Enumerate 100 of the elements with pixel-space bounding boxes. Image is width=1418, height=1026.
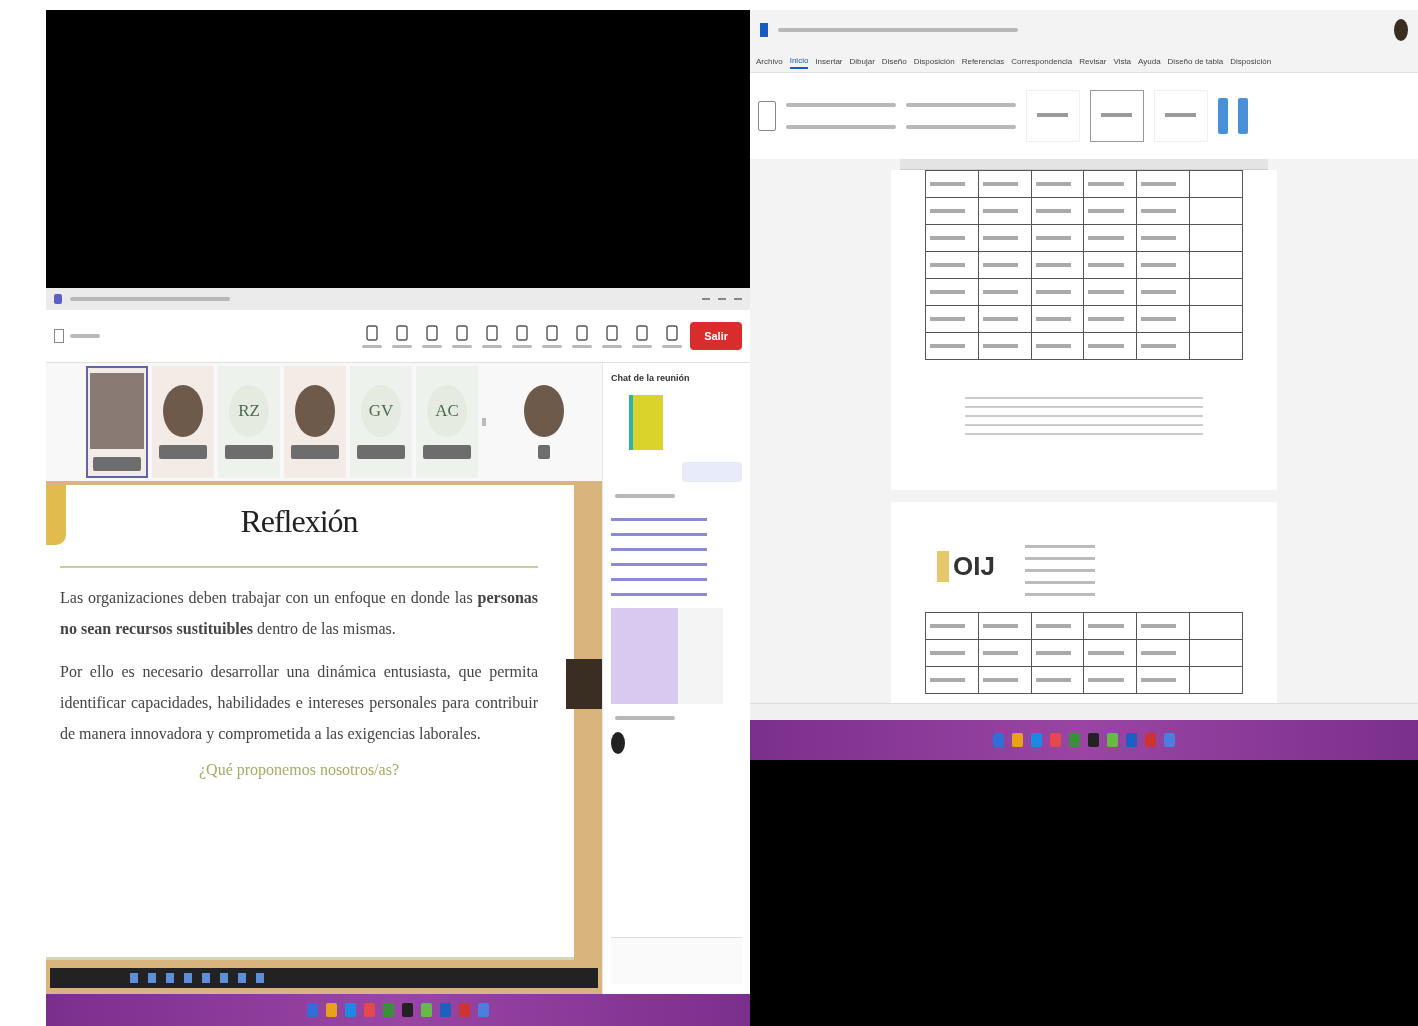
- taskbar-app-icon[interactable]: [1164, 733, 1175, 747]
- device-icon: [426, 324, 439, 341]
- ribbon-tab[interactable]: Diseño: [881, 54, 907, 68]
- participant-tile[interactable]: GV: [350, 366, 412, 478]
- blurred-text: [512, 344, 533, 348]
- leave-button[interactable]: Salir: [690, 322, 742, 350]
- blurred-name-tag: [93, 457, 141, 471]
- blurred-text: [1035, 624, 1071, 628]
- taskbar-app-icon[interactable]: [993, 733, 1004, 747]
- blurred-text: [615, 716, 675, 720]
- ribbon-tab[interactable]: Dibujar: [849, 54, 875, 68]
- taskbar-app-icon[interactable]: [1126, 733, 1137, 747]
- blurred-text: [930, 678, 966, 682]
- sticker-image: [629, 395, 663, 450]
- blurred-text: [930, 263, 966, 267]
- app-icon: [760, 23, 768, 37]
- paste-icon[interactable]: [758, 101, 776, 131]
- avatar-silhouette: [524, 385, 564, 437]
- taskbar-app-icon[interactable]: [402, 1003, 413, 1017]
- participant-tile[interactable]: AC: [416, 366, 478, 478]
- taskbar-app-icon[interactable]: [421, 1003, 432, 1017]
- taskbar-app-icon[interactable]: [383, 1003, 394, 1017]
- app-icon: [54, 294, 62, 304]
- blurred-text: [70, 334, 100, 338]
- slide-question: ¿Qué proponemos nosotros/as?: [198, 761, 400, 779]
- blurred-name-tag: [357, 445, 405, 459]
- ribbon-tab[interactable]: Disposición: [1230, 54, 1272, 68]
- blurred-text: [1088, 263, 1124, 267]
- blurred-text: [1035, 182, 1071, 186]
- blurred-text: [1141, 290, 1177, 294]
- avatar-silhouette: [295, 385, 335, 437]
- blurred-text: [982, 290, 1018, 294]
- participant-tile[interactable]: [284, 366, 346, 478]
- taskbar-app-icon[interactable]: [440, 1003, 451, 1017]
- blurred-text: [930, 290, 966, 294]
- taskbar-app-icon[interactable]: [478, 1003, 489, 1017]
- taskbar-app-icon[interactable]: [307, 1003, 318, 1017]
- logo-text: OIJ: [937, 550, 995, 582]
- taskbar-app-icon[interactable]: [1012, 733, 1023, 747]
- ribbon-tab[interactable]: Disposición: [913, 54, 955, 68]
- taskbar-app-icon[interactable]: [1031, 733, 1042, 747]
- dictate-icon[interactable]: [1218, 98, 1228, 134]
- blurred-text: [452, 344, 473, 348]
- participant-tile[interactable]: [152, 366, 214, 478]
- participant-initials: GV: [361, 385, 401, 437]
- blurred-text: [1141, 651, 1177, 655]
- avatar-silhouette: [163, 385, 203, 437]
- blurred-text: [982, 182, 1018, 186]
- blurred-text: [930, 624, 966, 628]
- taskbar-app-icon[interactable]: [1145, 733, 1156, 747]
- device-icon: [546, 324, 559, 341]
- taskbar-app-icon[interactable]: [326, 1003, 337, 1017]
- blurred-text: [1141, 182, 1177, 186]
- ribbon-tab[interactable]: Referencias: [961, 54, 1005, 68]
- device-icon: [486, 324, 499, 341]
- blurred-text: [1141, 236, 1177, 240]
- device-icon: [516, 324, 529, 341]
- blurred-text: [1141, 344, 1177, 348]
- blurred-text: [982, 236, 1018, 240]
- participant-tile[interactable]: [86, 366, 148, 478]
- avatar-silhouette: [1394, 19, 1408, 41]
- slide-tab-drawing: [566, 659, 602, 709]
- ribbon-tab[interactable]: Vista: [1113, 54, 1132, 68]
- blurred-text: [1035, 678, 1071, 682]
- device-icon: [366, 324, 379, 341]
- avatar-silhouette: [611, 732, 625, 754]
- ribbon-tab[interactable]: Revisar: [1079, 54, 1107, 68]
- ribbon-tab[interactable]: Ayuda: [1138, 54, 1161, 68]
- blurred-name-tag: [225, 445, 273, 459]
- ribbon-tab[interactable]: Correspondencia: [1011, 54, 1073, 68]
- blurred-name-tag: [423, 445, 471, 459]
- taskbar-app-icon[interactable]: [1107, 733, 1118, 747]
- device-icon: [666, 324, 679, 341]
- blurred-text: [930, 651, 966, 655]
- ribbon-tab[interactable]: Inicio: [789, 53, 809, 69]
- taskbar-app-icon[interactable]: [1069, 733, 1080, 747]
- style-box[interactable]: [1090, 90, 1144, 142]
- device-icon: [636, 324, 649, 341]
- taskbar-app-icon[interactable]: [364, 1003, 375, 1017]
- ribbon-tab[interactable]: Insertar: [815, 54, 843, 68]
- ribbon-tab[interactable]: Diseño de tabla: [1167, 54, 1224, 68]
- blurred-text: [362, 344, 383, 348]
- message-field[interactable]: [611, 937, 742, 984]
- taskbar-app-icon[interactable]: [459, 1003, 470, 1017]
- blurred-text: [1035, 263, 1071, 267]
- blurred-text: [482, 344, 503, 348]
- minimize-icon[interactable]: [702, 298, 710, 300]
- bullet-text: Por ello es necesario desarrollar una dinámica entusiasta, que permita identificar capacidades, habilidades e intereses personales para contribuir de manera innovadora y comprometida a las exigencias laborales.: [60, 662, 538, 745]
- participant-tile[interactable]: RZ: [218, 366, 280, 478]
- taskbar-app-icon[interactable]: [1088, 733, 1099, 747]
- link-preview-card[interactable]: [611, 608, 723, 704]
- blurred-text: [615, 494, 675, 498]
- editor-icon[interactable]: [1238, 98, 1248, 134]
- blurred-text: [1141, 678, 1177, 682]
- blurred-text: [662, 344, 683, 348]
- blurred-text: [930, 317, 966, 321]
- ribbon-tab[interactable]: Archivo: [756, 54, 783, 68]
- taskbar-app-icon[interactable]: [345, 1003, 356, 1017]
- blurred-text: [982, 651, 1018, 655]
- taskbar-app-icon[interactable]: [1050, 733, 1061, 747]
